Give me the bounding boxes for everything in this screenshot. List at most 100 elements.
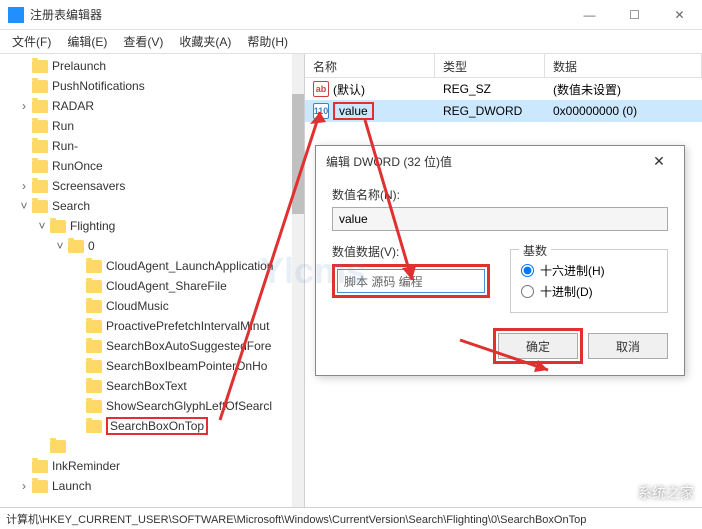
chevron-right-icon[interactable]: › <box>18 179 30 193</box>
value-name-input[interactable] <box>332 207 668 231</box>
folder-icon <box>32 120 48 133</box>
dialog-close-button[interactable]: ✕ <box>644 153 674 170</box>
tree-scrollbar[interactable] <box>292 54 304 507</box>
tree-item[interactable]: ›RADAR <box>0 96 304 116</box>
window-controls: — ☐ ✕ <box>567 0 702 30</box>
tree-label: Search <box>52 199 90 213</box>
radix-dec[interactable]: 十进制(D) <box>521 283 657 300</box>
folder-icon <box>86 260 102 273</box>
minimize-button[interactable]: — <box>567 0 612 30</box>
tree-scroll-thumb[interactable] <box>292 94 304 214</box>
statusbar: 计算机\HKEY_CURRENT_USER\SOFTWARE\Microsoft… <box>0 507 702 529</box>
string-value-icon: ab <box>313 81 329 97</box>
value-data-highlight <box>332 264 490 298</box>
chevron-right-icon[interactable]: › <box>18 99 30 113</box>
menu-edit[interactable]: 编辑(E) <box>59 31 115 52</box>
chevron-right-icon[interactable]: › <box>18 479 30 493</box>
tree-item[interactable]: Run <box>0 116 304 136</box>
chevron-down-icon[interactable]: ˅ <box>36 219 48 233</box>
tree-item[interactable]: ˅ Flighting <box>0 216 304 236</box>
list-row[interactable]: 110value REG_DWORD0x00000000 (0) <box>305 100 702 122</box>
titlebar: 注册表编辑器 — ☐ ✕ <box>0 0 702 30</box>
tree-label: CloudMusic <box>106 299 169 313</box>
folder-icon <box>50 440 66 453</box>
chevron-down-icon[interactable]: ˅ <box>54 239 66 253</box>
tree-label: RunOnce <box>52 159 103 173</box>
tree-label: Launch <box>52 479 91 493</box>
tree-item[interactable]: ˅ Search <box>0 196 304 216</box>
dialog-titlebar[interactable]: 编辑 DWORD (32 位)值 ✕ <box>316 146 684 176</box>
value-data: 0x00000000 (0) <box>545 102 702 120</box>
tree-item[interactable]: ShowSearchGlyphLeftOfSearcl <box>0 396 304 416</box>
radix-dec-label: 十进制(D) <box>540 283 593 300</box>
tree-label: CloudAgent_ShareFile <box>106 279 227 293</box>
radix-hex[interactable]: 十六进制(H) <box>521 262 657 279</box>
tree-item[interactable] <box>0 436 304 456</box>
folder-icon <box>32 180 48 193</box>
tree-label: CloudAgent_LaunchApplication <box>106 259 273 273</box>
folder-icon <box>32 60 48 73</box>
tree-label: Flighting <box>70 219 115 233</box>
menubar: 文件(F) 编辑(E) 查看(V) 收藏夹(A) 帮助(H) <box>0 30 702 54</box>
tree-label: SearchBoxIbeamPointerOnHo <box>106 359 267 373</box>
radix-hex-radio[interactable] <box>521 264 534 277</box>
tree-item[interactable]: Prelaunch <box>0 56 304 76</box>
folder-icon <box>32 460 48 473</box>
folder-icon <box>86 360 102 373</box>
tree-item[interactable]: SearchBoxText <box>0 376 304 396</box>
edit-dword-dialog: 编辑 DWORD (32 位)值 ✕ 数值名称(N): 数值数据(V): 基数 … <box>315 145 685 376</box>
tree-panel: PrelaunchPushNotifications›RADARRun Run- R… <box>0 54 305 507</box>
tree-label: SearchBoxOnTop <box>106 417 208 435</box>
tree-item[interactable]: ˅0 <box>0 236 304 256</box>
tree-item[interactable]: SearchBoxOnTop <box>0 416 304 436</box>
list-header: 名称 类型 数据 <box>305 54 702 78</box>
radix-dec-radio[interactable] <box>521 285 534 298</box>
menu-view[interactable]: 查看(V) <box>115 31 171 52</box>
tree-item[interactable]: › Screensavers <box>0 176 304 196</box>
tree-item[interactable]: CloudMusic <box>0 296 304 316</box>
folder-icon <box>32 480 48 493</box>
chevron-down-icon[interactable]: ˅ <box>18 199 30 213</box>
tree-item[interactable]: RunOnce <box>0 156 304 176</box>
col-name[interactable]: 名称 <box>305 54 435 77</box>
tree-label: Run- <box>52 139 78 153</box>
menu-favorites[interactable]: 收藏夹(A) <box>171 31 239 52</box>
menu-file[interactable]: 文件(F) <box>4 31 59 52</box>
tree-label: Screensavers <box>52 179 125 193</box>
tree-item[interactable]: SearchBoxAutoSuggestedFore <box>0 336 304 356</box>
tree-item[interactable]: PushNotifications <box>0 76 304 96</box>
dialog-buttons: 确定 取消 <box>332 333 668 359</box>
menu-help[interactable]: 帮助(H) <box>239 31 296 52</box>
folder-icon <box>86 280 102 293</box>
value-data-input[interactable] <box>337 269 485 293</box>
list-row[interactable]: ab(默认)REG_SZ(数值未设置) <box>305 78 702 100</box>
value-data-label: 数值数据(V): <box>332 243 490 260</box>
tree-item[interactable]: SearchBoxIbeamPointerOnHo <box>0 356 304 376</box>
tree-item[interactable]: ProactivePrefetchIntervalMinut <box>0 316 304 336</box>
value-name: value <box>333 102 374 120</box>
value-type: REG_DWORD <box>435 102 545 120</box>
dword-value-icon: 110 <box>313 103 329 119</box>
col-type[interactable]: 类型 <box>435 54 545 77</box>
maximize-button[interactable]: ☐ <box>612 0 657 30</box>
value-data: (数值未设置) <box>545 79 702 100</box>
ok-button[interactable]: 确定 <box>498 333 578 359</box>
folder-icon <box>68 240 84 253</box>
app-icon <box>8 7 24 23</box>
tree-label: ShowSearchGlyphLeftOfSearcl <box>106 399 272 413</box>
radix-group: 基数 十六进制(H) 十进制(D) <box>510 249 668 313</box>
tree-label: ProactivePrefetchIntervalMinut <box>106 319 269 333</box>
close-button[interactable]: ✕ <box>657 0 702 30</box>
radix-hex-label: 十六进制(H) <box>540 262 605 279</box>
tree-item[interactable]: CloudAgent_ShareFile <box>0 276 304 296</box>
folder-icon <box>86 380 102 393</box>
tree-item[interactable]: › Launch <box>0 476 304 496</box>
col-data[interactable]: 数据 <box>545 54 702 77</box>
cancel-button[interactable]: 取消 <box>588 333 668 359</box>
tree-item[interactable]: InkReminder <box>0 456 304 476</box>
value-name-label: 数值名称(N): <box>332 186 668 203</box>
tree-item[interactable]: CloudAgent_LaunchApplication <box>0 256 304 276</box>
tree-item[interactable]: Run- <box>0 136 304 156</box>
value-type: REG_SZ <box>435 80 545 98</box>
tree-label: 0 <box>88 239 95 253</box>
